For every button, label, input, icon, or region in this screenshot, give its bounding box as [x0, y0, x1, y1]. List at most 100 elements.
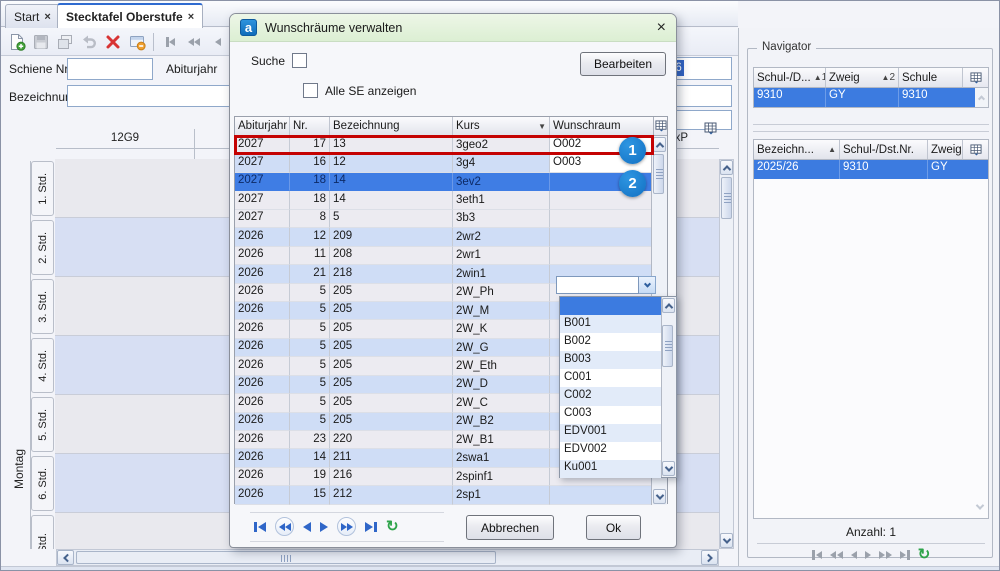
column-header[interactable]: Schule: [899, 68, 963, 87]
alle-se-checkbox[interactable]: [303, 83, 318, 98]
table-row[interactable]: 2027 8 5 3b3: [235, 210, 667, 228]
wunschraeume-dialog: a Wunschräume verwalten × Suche Bearbeit…: [229, 13, 677, 548]
table-row[interactable]: 2027 18 14 3eth1: [235, 191, 667, 209]
refresh-icon[interactable]: ↻: [386, 519, 399, 534]
scroll-down-icon[interactable]: [976, 501, 984, 509]
grid-hscroll-thumb[interactable]: [76, 551, 496, 564]
nav-last-icon[interactable]: [900, 550, 910, 560]
nav-fast-forward-icon[interactable]: [337, 517, 356, 536]
mini-scrollbar: [975, 88, 988, 107]
column-header[interactable]: Zweig ▲ 2: [826, 68, 899, 87]
column-header-abiturjahr[interactable]: Abiturjahr: [235, 117, 290, 135]
nav-forward-icon[interactable]: [865, 551, 871, 559]
abbrechen-button[interactable]: Abbrechen: [466, 515, 554, 540]
combobox-field[interactable]: [556, 276, 639, 294]
dialog-titlebar[interactable]: a Wunschräume verwalten ×: [230, 14, 676, 42]
table-row[interactable]: 2026 12 209 2wr2: [235, 228, 667, 246]
column-header-kurs[interactable]: Kurs▼: [453, 117, 550, 135]
column-header-nr[interactable]: Nr.: [290, 117, 330, 135]
refresh-icon[interactable]: ↻: [918, 547, 931, 562]
wunschraum-combobox[interactable]: [556, 276, 656, 294]
suche-checkbox[interactable]: [292, 53, 307, 68]
column-header[interactable]: Schul-/Dst.Nr.: [840, 140, 928, 159]
bearbeiten-button[interactable]: Bearbeiten: [580, 52, 666, 76]
dropdown-item[interactable]: B002: [560, 333, 661, 351]
nav-back-icon[interactable]: [851, 551, 857, 559]
dropdown-item[interactable]: Ku001: [560, 460, 661, 478]
wunschraum-cell[interactable]: [550, 228, 653, 246]
nav-back-icon[interactable]: [206, 30, 230, 54]
table-row[interactable]: 2027 16 12 3g4 O003: [235, 154, 667, 172]
schiene-nr-input[interactable]: [67, 58, 153, 80]
application-window: Start × Stecktafel Oberstufe ×: [0, 0, 1000, 571]
table-row[interactable]: 2025/26 9310 GY: [754, 160, 988, 179]
dialog-close-icon[interactable]: ×: [657, 20, 666, 36]
new-record-icon[interactable]: [5, 30, 29, 54]
column-chooser-icon[interactable]: [963, 68, 988, 87]
tab-start[interactable]: Start ×: [5, 4, 60, 28]
nav-fast-back-icon[interactable]: [182, 30, 206, 54]
status-strip: [1, 566, 1000, 571]
scroll-down-icon[interactable]: [653, 489, 666, 504]
wunschraum-cell[interactable]: [550, 210, 653, 228]
chevron-down-icon[interactable]: [639, 276, 656, 294]
scroll-right-icon[interactable]: [701, 550, 718, 565]
separator-line: [250, 541, 444, 542]
dropdown-item[interactable]: C002: [560, 387, 661, 405]
form-remove-icon[interactable]: [125, 30, 149, 54]
nav-forward-icon[interactable]: [320, 522, 328, 532]
nav-first-icon[interactable]: [812, 550, 822, 560]
dropdown-item[interactable]: C001: [560, 369, 661, 387]
dropdown-item[interactable]: [560, 297, 661, 315]
navigator-school-table-header: Schul-/D... ▲ 1 Zweig ▲ 2 Schule: [754, 68, 988, 88]
save-icon[interactable]: [29, 30, 53, 54]
nav-fast-forward-icon[interactable]: [879, 551, 892, 559]
ok-button[interactable]: Ok: [586, 515, 641, 540]
wunschraum-cell[interactable]: [550, 247, 653, 265]
scroll-up-icon[interactable]: [662, 298, 675, 313]
table-vscroll-thumb[interactable]: [653, 154, 664, 194]
tab-close-icon[interactable]: ×: [44, 11, 50, 23]
scroll-down-icon[interactable]: [720, 533, 733, 548]
column-header[interactable]: Schul-/D... ▲ 1: [754, 68, 826, 87]
dropdown-scroll-thumb[interactable]: [662, 325, 673, 367]
table-row[interactable]: 2027 17 13 3geo2 O002: [235, 136, 667, 154]
tab-stecktafel-oberstufe[interactable]: Stecktafel Oberstufe ×: [57, 3, 203, 28]
dropdown-item[interactable]: EDV002: [560, 442, 661, 460]
copy-icon[interactable]: [53, 30, 77, 54]
table-row[interactable]: 2026 11 208 2wr1: [235, 247, 667, 265]
nav-fast-back-icon[interactable]: [275, 517, 294, 536]
nav-first-icon[interactable]: [158, 30, 182, 54]
dropdown-item[interactable]: B001: [560, 315, 661, 333]
nav-fast-back-icon[interactable]: [830, 551, 843, 559]
table-row[interactable]: 2027 18 14 3ev2: [235, 173, 667, 191]
scroll-down-icon[interactable]: [662, 461, 675, 476]
tab-close-icon[interactable]: ×: [188, 11, 194, 23]
table-row[interactable]: 2026 15 212 2sp1: [235, 486, 667, 504]
nav-back-icon[interactable]: [303, 522, 311, 532]
nav-first-icon[interactable]: [254, 522, 266, 532]
navigator-record-nav: ↻: [753, 547, 989, 562]
scroll-up-icon[interactable]: [720, 160, 733, 175]
dropdown-item[interactable]: EDV001: [560, 424, 661, 442]
column-chooser-icon[interactable]: [653, 117, 667, 135]
column-chooser-icon[interactable]: [963, 140, 988, 159]
grid-vscroll-thumb[interactable]: [721, 177, 732, 219]
nav-last-icon[interactable]: [365, 522, 377, 532]
column-header-bezeichnung[interactable]: Bezeichnung: [330, 117, 453, 135]
navigator-panel: Navigator Schul-/D... ▲ 1 Zweig ▲ 2 Schu…: [738, 28, 1000, 566]
wunschraum-cell[interactable]: [550, 486, 653, 504]
period-label: 6. Std.: [31, 456, 54, 511]
dropdown-item[interactable]: C003: [560, 406, 661, 424]
scroll-up-icon[interactable]: [653, 137, 666, 152]
dropdown-item[interactable]: B003: [560, 351, 661, 369]
annotation-badge-1: 1: [619, 137, 646, 164]
delete-icon[interactable]: [101, 30, 125, 54]
table-row[interactable]: 9310 GY 9310: [754, 88, 975, 107]
scroll-left-icon[interactable]: [57, 550, 74, 565]
undo-icon[interactable]: [77, 30, 101, 54]
column-chooser-icon[interactable]: [698, 116, 722, 140]
column-header-wunschraum[interactable]: Wunschraum: [550, 117, 653, 135]
column-header[interactable]: Zweig: [928, 140, 963, 159]
column-header[interactable]: Bezeichn... ▲: [754, 140, 840, 159]
